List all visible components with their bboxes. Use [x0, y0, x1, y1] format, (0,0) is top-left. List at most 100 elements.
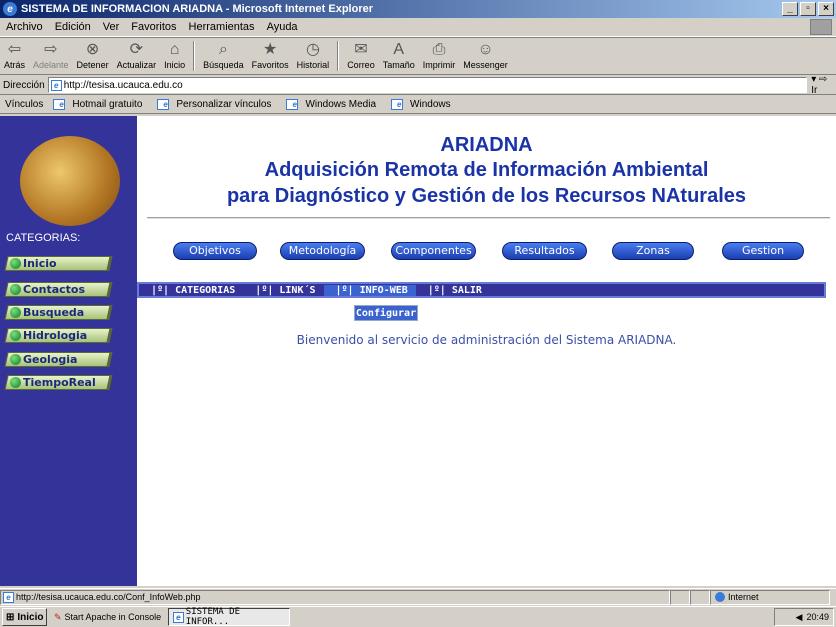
menu-ayuda[interactable]: Ayuda	[261, 21, 304, 33]
stop-button[interactable]: ⊗ Detener	[73, 38, 113, 70]
menu-bar: Archivo Edición Ver Favoritos Herramient…	[0, 18, 836, 37]
toolbar-separator	[193, 41, 196, 71]
category-hidrologia[interactable]: Hidrologia	[4, 328, 113, 343]
messenger-icon: ☺	[477, 41, 494, 58]
menu-favoritos[interactable]: Favoritos	[125, 21, 182, 33]
categories-title: CATEGORIAS:	[6, 232, 81, 244]
link-windows[interactable]: e Windows	[386, 98, 461, 110]
menu-categorias[interactable]: |º| CATEGORIAS	[139, 285, 243, 296]
history-button[interactable]: ◷ Historial	[293, 38, 334, 70]
globe-logo	[20, 136, 120, 226]
back-button[interactable]: ⇦ Atrás	[0, 38, 29, 70]
menu-salir[interactable]: |º| SALIR	[416, 285, 490, 296]
refresh-button[interactable]: ⟳ Actualizar	[113, 38, 161, 70]
nav-resultados[interactable]: Resultados	[502, 242, 587, 260]
internet-zone-icon	[715, 592, 725, 602]
search-button[interactable]: ⌕ Búsqueda	[199, 38, 248, 70]
submenu-configurar[interactable]: Configurar	[354, 305, 418, 321]
menu-links[interactable]: |º| LINK´S	[243, 285, 323, 296]
page-icon: e	[286, 98, 299, 110]
menu-archivo[interactable]: Archivo	[0, 21, 49, 33]
stop-icon: ⊗	[85, 41, 100, 58]
nav-gestion[interactable]: Gestion	[722, 242, 804, 260]
favorites-button[interactable]: ★ Favoritos	[248, 38, 293, 70]
status-pane	[690, 589, 710, 605]
text-size-icon: A	[393, 41, 405, 58]
status-bar: e http://tesisa.ucauca.edu.co/Conf_InfoWe…	[0, 588, 836, 605]
system-tray: ◀ 20:49	[774, 608, 834, 626]
main-content: ARIADNA Adquisición Remota de Informació…	[137, 116, 836, 586]
page-icon: e	[53, 98, 66, 110]
page-icon: e	[3, 591, 14, 603]
history-icon: ◷	[305, 41, 320, 58]
go-button[interactable]: ▾ ⇨ Ir	[811, 74, 836, 96]
page-subtitle-1: Adquisición Remota de Información Ambien…	[264, 159, 709, 181]
menu-info-web[interactable]: |º| INFO-WEB	[323, 284, 416, 296]
start-button[interactable]: ⊞ Inicio	[2, 608, 47, 626]
nav-metodologia[interactable]: Metodología	[280, 242, 365, 260]
links-label: Vínculos	[5, 99, 44, 110]
bullet-icon	[10, 284, 21, 295]
sidebar: CATEGORIAS: Inicio Contactos Busqueda Hi…	[0, 116, 137, 586]
address-bar: Dirección e http://tesisa.ucauca.edu.co ▾…	[0, 74, 836, 96]
nav-componentes[interactable]: Componentes	[391, 242, 476, 260]
menu-ver[interactable]: Ver	[97, 21, 126, 33]
address-input[interactable]: e http://tesisa.ucauca.edu.co	[47, 77, 808, 93]
nav-zonas[interactable]: Zonas	[612, 242, 694, 260]
address-label: Dirección	[3, 79, 45, 91]
volume-icon[interactable]: ◀	[796, 612, 803, 623]
admin-menu: |º| CATEGORIAS |º| LINK´S |º| INFO-WEB |…	[137, 282, 826, 298]
favorites-icon: ★	[262, 41, 278, 58]
links-bar: Vínculos e Hotmail gratuito e Personalizar…	[0, 96, 836, 114]
status-zone: Internet	[710, 589, 830, 605]
category-busqueda[interactable]: Busqueda	[4, 305, 113, 320]
messenger-button[interactable]: ☺ Messenger	[459, 38, 512, 70]
status-pane	[670, 589, 690, 605]
minimize-button[interactable]: _	[782, 2, 798, 16]
search-icon: ⌕	[218, 41, 228, 58]
bullet-icon	[10, 258, 21, 269]
ie-icon: e	[3, 2, 17, 16]
category-inicio[interactable]: Inicio	[4, 256, 113, 271]
print-button[interactable]: ⎙ Imprimir	[419, 38, 460, 70]
nav-objetivos[interactable]: Objetivos	[173, 242, 257, 260]
link-hotmail[interactable]: e Hotmail gratuito	[48, 98, 152, 110]
browser-toolbar: ⇦ Atrás ⇨ Adelante ⊗ Detener ⟳ Actualizar ⌂ I…	[0, 37, 836, 75]
header-divider	[147, 217, 830, 219]
link-personalizar[interactable]: e Personalizar vínculos	[152, 98, 281, 110]
welcome-message: Bienvenido al servicio de administración…	[296, 333, 677, 347]
category-geologia[interactable]: Geologia	[4, 352, 113, 367]
page-icon: e	[391, 98, 404, 110]
task-browser[interactable]: e SISTEMA DE INFOR...	[168, 607, 291, 627]
page-title: ARIADNA	[440, 134, 533, 156]
ie-icon: e	[173, 611, 184, 623]
menu-edicion[interactable]: Edición	[49, 21, 97, 33]
feather-icon: ✎	[54, 611, 62, 622]
maximize-button[interactable]: ▫	[800, 2, 816, 16]
windows-flag-icon: ⊞	[6, 611, 15, 623]
windows-logo-icon	[810, 19, 832, 35]
home-button[interactable]: ⌂ Inicio	[160, 38, 189, 70]
page-viewport: CATEGORIAS: Inicio Contactos Busqueda Hi…	[0, 116, 836, 586]
forward-button[interactable]: ⇨ Adelante	[29, 38, 73, 70]
bullet-icon	[10, 330, 21, 341]
size-button[interactable]: A Tamaño	[379, 38, 419, 70]
back-arrow-icon: ⇦	[7, 41, 22, 58]
menu-herramientas[interactable]: Herramientas	[183, 21, 261, 33]
mail-button[interactable]: ✉ Correo	[343, 38, 379, 70]
bullet-icon	[10, 377, 21, 388]
window-titlebar: e SISTEMA DE INFORMACION ARIADNA - Micro…	[0, 0, 836, 18]
forward-arrow-icon: ⇨	[44, 41, 58, 58]
link-windows-media[interactable]: e Windows Media	[281, 98, 386, 110]
page-icon: e	[50, 79, 62, 91]
bullet-icon	[10, 307, 21, 318]
clock: 20:49	[806, 612, 829, 622]
category-contactos[interactable]: Contactos	[4, 282, 113, 297]
task-apache[interactable]: ✎ Start Apache in Console	[50, 608, 165, 626]
page-subtitle-2: para Diagnóstico y Gestión de los Recurs…	[226, 185, 747, 207]
bullet-icon	[10, 354, 21, 365]
status-url: e http://tesisa.ucauca.edu.co/Conf_InfoWe…	[0, 589, 670, 605]
print-icon: ⎙	[432, 41, 446, 58]
close-button[interactable]: ×	[818, 2, 834, 16]
category-tiemporeal[interactable]: TiempoReal	[4, 375, 113, 390]
